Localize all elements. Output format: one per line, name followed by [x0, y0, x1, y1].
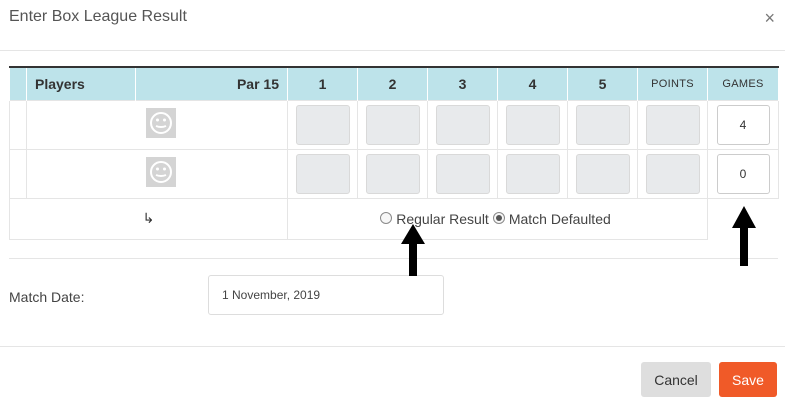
annotation-arrow-up-icon	[401, 224, 425, 276]
points-cell	[637, 100, 708, 150]
modal-title: Enter Box League Result	[9, 8, 187, 25]
games-cell: 0	[707, 149, 779, 199]
score-cell	[427, 149, 498, 199]
header-game-4: 4	[497, 67, 568, 101]
points-input[interactable]	[645, 154, 700, 194]
score-cell	[357, 100, 428, 150]
smiley-avatar-icon	[146, 157, 176, 187]
footer-divider	[0, 346, 785, 347]
player-cell	[26, 100, 288, 150]
score-cell	[567, 100, 638, 150]
header-spacer	[9, 67, 27, 101]
section-divider	[9, 258, 778, 259]
match-date-input[interactable]: 1 November, 2019	[208, 275, 444, 315]
player-cell	[26, 149, 288, 199]
table-header-row: Players Par 15 1 2 3 4 5 POINTS GAMES	[9, 67, 779, 101]
cancel-button[interactable]: Cancel	[641, 362, 711, 397]
row-spacer	[9, 149, 27, 199]
score-cell	[497, 149, 568, 199]
score-input-game-4[interactable]	[505, 105, 560, 145]
regular-result-radio[interactable]	[380, 212, 393, 224]
points-input[interactable]	[645, 105, 700, 145]
score-input-game-3[interactable]	[435, 105, 490, 145]
save-button[interactable]: Save	[719, 362, 777, 397]
header-games-total: GAMES	[707, 67, 779, 101]
score-input-game-4[interactable]	[505, 154, 560, 194]
match-date-label: Match Date:	[9, 289, 85, 305]
score-input-game-2[interactable]	[365, 154, 420, 194]
table-row: 4	[9, 100, 779, 150]
results-table: Players Par 15 1 2 3 4 5 POINTS GAMES 4 …	[9, 66, 779, 240]
match-defaulted-radio[interactable]	[492, 212, 505, 224]
row-spacer	[9, 100, 27, 150]
games-cell: 4	[707, 100, 779, 150]
header-game-5: 5	[567, 67, 638, 101]
score-cell	[357, 149, 428, 199]
header-par: Par 15	[135, 67, 288, 101]
modal-header: Enter Box League Result ×	[0, 0, 785, 51]
header-game-3: 3	[427, 67, 498, 101]
header-players: Players	[26, 67, 136, 101]
score-input-game-5[interactable]	[575, 154, 630, 194]
games-input[interactable]: 0	[716, 154, 770, 194]
score-input-game-1[interactable]	[295, 154, 350, 194]
score-cell	[497, 100, 568, 150]
points-cell	[637, 149, 708, 199]
return-arrow-icon: ↳	[142, 210, 155, 226]
score-cell	[287, 149, 358, 199]
games-input[interactable]: 4	[716, 105, 770, 145]
result-option-arrow-cell: ↳	[9, 198, 288, 240]
annotation-arrow-up-icon	[732, 206, 756, 266]
score-cell	[567, 149, 638, 199]
smiley-avatar-icon	[146, 108, 176, 138]
score-input-game-2[interactable]	[365, 105, 420, 145]
match-defaulted-label[interactable]: Match Defaulted	[509, 211, 611, 227]
score-input-game-5[interactable]	[575, 105, 630, 145]
score-cell	[287, 100, 358, 150]
result-option-row: ↳ Regular Result Match Defaulted	[9, 198, 779, 240]
header-game-1: 1	[287, 67, 358, 101]
score-input-game-3[interactable]	[435, 154, 490, 194]
close-icon[interactable]: ×	[764, 8, 775, 28]
score-cell	[427, 100, 498, 150]
table-row: 0	[9, 149, 779, 199]
header-points: POINTS	[637, 67, 708, 101]
result-option-cell: Regular Result Match Defaulted	[287, 198, 708, 240]
score-input-game-1[interactable]	[295, 105, 350, 145]
header-game-2: 2	[357, 67, 428, 101]
